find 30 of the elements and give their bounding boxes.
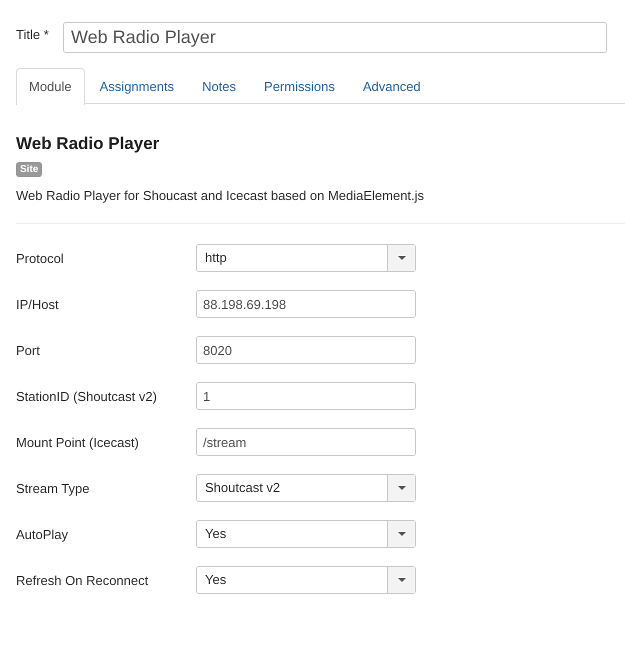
- module-heading: Web Radio Player: [16, 134, 160, 154]
- caret-icon: [398, 578, 406, 582]
- caret-icon: [398, 532, 406, 536]
- input-field[interactable]: 1: [196, 382, 416, 410]
- select-field[interactable]: Yes: [196, 566, 416, 594]
- tab[interactable]: Assignments: [86, 68, 188, 103]
- input-field[interactable]: 8020: [196, 336, 416, 364]
- field-label: StationID (Shoutcast v2): [16, 388, 158, 404]
- input-field[interactable]: /stream: [196, 428, 416, 456]
- field-label: Mount Point (Icecast): [16, 434, 140, 450]
- field-label: IP/Host: [16, 296, 60, 312]
- site-badge: Site: [16, 162, 42, 177]
- caret-icon: [398, 256, 406, 260]
- input-field[interactable]: 88.198.69.198: [196, 290, 416, 318]
- tab[interactable]: Permissions: [251, 68, 348, 103]
- select-field[interactable]: Yes: [196, 520, 416, 548]
- caret-icon: [398, 486, 406, 490]
- tab[interactable]: Notes: [189, 68, 250, 103]
- select-field[interactable]: Shoutcast v2: [196, 474, 416, 502]
- tab[interactable]: Module: [16, 68, 85, 105]
- title-label: Title *: [16, 27, 50, 42]
- select-field[interactable]: http: [196, 244, 416, 272]
- field-label: Stream Type: [16, 480, 90, 496]
- field-label: Protocol: [16, 250, 65, 266]
- module-description: Web Radio Player for Shoucast and Icecast based on MediaElement.js: [16, 187, 426, 205]
- field-label: AutoPlay: [16, 526, 70, 542]
- field-label: Port: [16, 342, 41, 358]
- field-label: Refresh On Reconnect: [16, 572, 150, 588]
- tab[interactable]: Advanced: [350, 68, 434, 103]
- title-input[interactable]: Web Radio Player: [63, 22, 607, 53]
